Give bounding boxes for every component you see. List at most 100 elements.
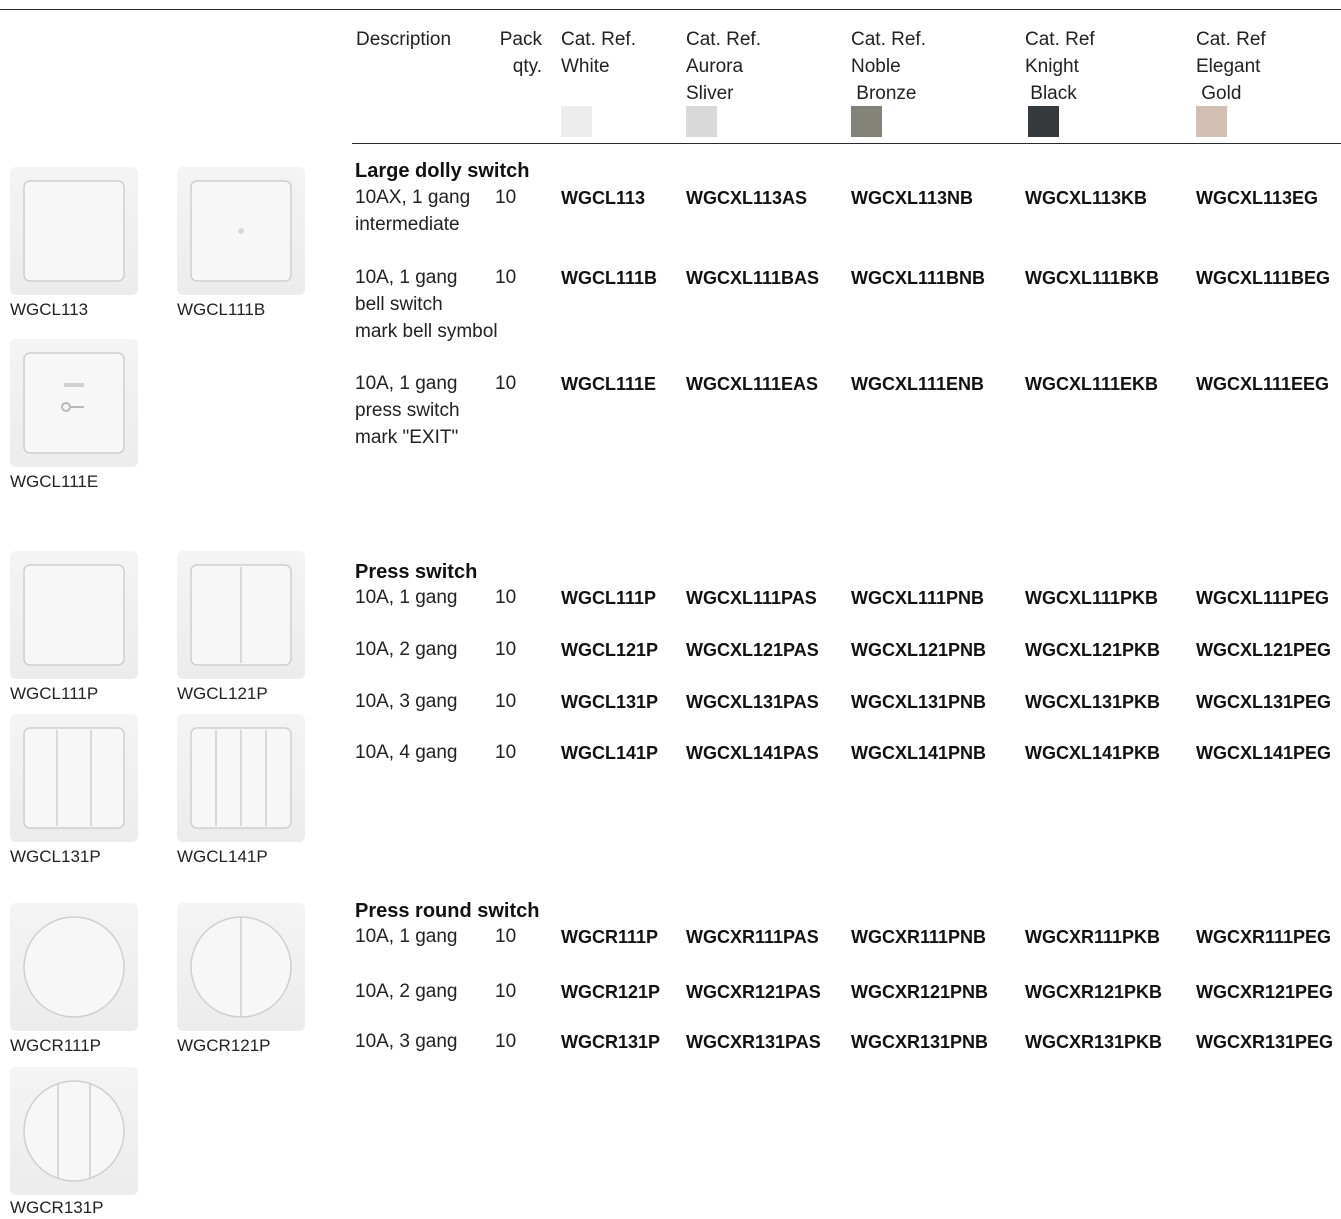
header-col-elegant-gold: Cat. Ref Elegant Gold [1196, 29, 1266, 104]
ref-aurora-sliver: WGCXL111PAS [686, 588, 817, 608]
ref-elegant-gold: WGCXL131PEG [1196, 692, 1332, 712]
product-caption: WGCL111E [10, 472, 99, 491]
ref-elegant-gold: WGCXL141PEG [1196, 743, 1332, 763]
section-title-press-switch: Press switch [355, 561, 478, 583]
press-4-gang-icon [177, 714, 305, 842]
row-qty: 10 [495, 981, 517, 1002]
ref-aurora-sliver: WGCXR121PAS [686, 982, 821, 1002]
header-rule [352, 143, 1341, 144]
ref-white: WGCL111P [561, 588, 657, 608]
ref-white: WGCL131P [561, 692, 659, 712]
ref-elegant-gold: WGCXR121PEG [1196, 982, 1334, 1002]
header-col-aurora-sliver: Cat. Ref. Aurora Sliver [686, 29, 761, 104]
ref-elegant-gold: WGCXL121PEG [1196, 640, 1332, 660]
section-title-press-round: Press round switch [355, 900, 540, 922]
ref-noble-bronze: WGCXL131PNB [851, 692, 987, 712]
row-desc: 10A, 1 gang [355, 926, 458, 947]
ref-aurora-sliver: WGCXL113AS [686, 188, 808, 208]
ref-noble-bronze: WGCXL111BNB [851, 268, 986, 288]
square-dolly-switch-icon [10, 167, 138, 295]
ref-white: WGCR111P [561, 927, 659, 947]
swatch-white [561, 106, 592, 137]
press-2-gang-icon [177, 551, 305, 679]
ref-knight-black: WGCXR111PKB [1025, 927, 1161, 947]
row-qty: 10 [495, 742, 517, 763]
ref-aurora-sliver: WGCXL111BAS [686, 268, 820, 288]
ref-knight-black: WGCXL113KB [1025, 188, 1148, 208]
ref-white: WGCR121P [561, 982, 661, 1002]
ref-white: WGCL111B [561, 268, 658, 288]
product-caption: WGCL111P [10, 684, 99, 703]
row-qty: 10 [495, 639, 517, 660]
header-col-white: Cat. Ref. White [561, 29, 636, 77]
header-description: Description [356, 29, 452, 50]
row-desc: 10A, 1 gang press switch mark "EXIT" [355, 373, 460, 448]
row-qty: 10 [495, 1031, 517, 1052]
ref-elegant-gold: WGCXR111PEG [1196, 927, 1332, 947]
ref-aurora-sliver: WGCXL121PAS [686, 640, 819, 660]
ref-white: WGCL113 [561, 188, 646, 208]
ref-noble-bronze: WGCXR131PNB [851, 1032, 989, 1052]
press-3-gang-icon [10, 714, 138, 842]
row-qty: 10 [495, 267, 517, 288]
round-3-gang-icon [10, 1067, 138, 1195]
row-qty: 10 [495, 187, 517, 208]
product-caption: WGCL141P [177, 847, 268, 866]
ref-noble-bronze: WGCXL121PNB [851, 640, 987, 660]
row-desc: 10A, 1 gang bell switch mark bell symbol [355, 267, 498, 342]
ref-aurora-sliver: WGCXL141PAS [686, 743, 819, 763]
product-caption: WGCR121P [177, 1036, 271, 1055]
ref-noble-bronze: WGCXR111PNB [851, 927, 987, 947]
ref-aurora-sliver: WGCXL111EAS [686, 374, 819, 394]
product-caption: WGCR111P [10, 1036, 102, 1055]
press-1-gang-icon [10, 551, 138, 679]
ref-knight-black: WGCXL121PKB [1025, 640, 1161, 660]
ref-aurora-sliver: WGCXR131PAS [686, 1032, 821, 1052]
ref-white: WGCL111E [561, 374, 657, 394]
swatch-noble-bronze [851, 106, 882, 137]
product-caption: WGCR131P [10, 1198, 104, 1217]
row-qty: 10 [495, 691, 517, 712]
ref-elegant-gold: WGCXR131PEG [1196, 1032, 1334, 1052]
row-qty: 10 [495, 587, 517, 608]
row-qty: 10 [495, 373, 517, 394]
swatch-aurora-sliver [686, 106, 717, 137]
ref-white: WGCR131P [561, 1032, 661, 1052]
top-rule [0, 9, 1341, 10]
round-2-gang-icon [177, 903, 305, 1031]
ref-knight-black: WGCXL111BKB [1025, 268, 1160, 288]
ref-knight-black: WGCXL141PKB [1025, 743, 1161, 763]
ref-elegant-gold: WGCXL113EG [1196, 188, 1319, 208]
ref-noble-bronze: WGCXL111ENB [851, 374, 985, 394]
ref-elegant-gold: WGCXL111EEG [1196, 374, 1330, 394]
ref-knight-black: WGCXL111EKB [1025, 374, 1159, 394]
header-pack-qty: Pack qty. [499, 29, 542, 77]
ref-noble-bronze: WGCXL113NB [851, 188, 974, 208]
row-desc: 10A, 2 gang [355, 981, 458, 1002]
ref-white: WGCL121P [561, 640, 659, 660]
square-bell-switch-icon [177, 167, 305, 295]
ref-knight-black: WGCXR121PKB [1025, 982, 1163, 1002]
ref-elegant-gold: WGCXL111PEG [1196, 588, 1330, 608]
product-caption: WGCL131P [10, 847, 101, 866]
row-desc: 10A, 3 gang [355, 691, 458, 712]
ref-elegant-gold: WGCXL111BEG [1196, 268, 1331, 288]
round-1-gang-icon [10, 903, 138, 1031]
product-caption: WGCL113 [10, 300, 89, 319]
ref-knight-black: WGCXL111PKB [1025, 588, 1159, 608]
row-desc: 10A, 1 gang [355, 587, 458, 608]
row-qty: 10 [495, 926, 517, 947]
ref-aurora-sliver: WGCXL131PAS [686, 692, 819, 712]
ref-knight-black: WGCXL131PKB [1025, 692, 1161, 712]
row-desc: 10A, 3 gang [355, 1031, 458, 1052]
header-col-noble-bronze: Cat. Ref. Noble Bronze [851, 29, 926, 104]
section-title-large-dolly: Large dolly switch [355, 160, 530, 182]
exit-switch-icon [10, 339, 138, 467]
ref-aurora-sliver: WGCXR111PAS [686, 927, 819, 947]
swatch-knight-black [1028, 106, 1059, 137]
ref-noble-bronze: WGCXL111PNB [851, 588, 985, 608]
row-desc: 10A, 4 gang [355, 742, 458, 763]
ref-knight-black: WGCXR131PKB [1025, 1032, 1163, 1052]
header-col-knight-black: Cat. Ref Knight Black [1025, 29, 1095, 104]
row-desc: 10A, 2 gang [355, 639, 458, 660]
